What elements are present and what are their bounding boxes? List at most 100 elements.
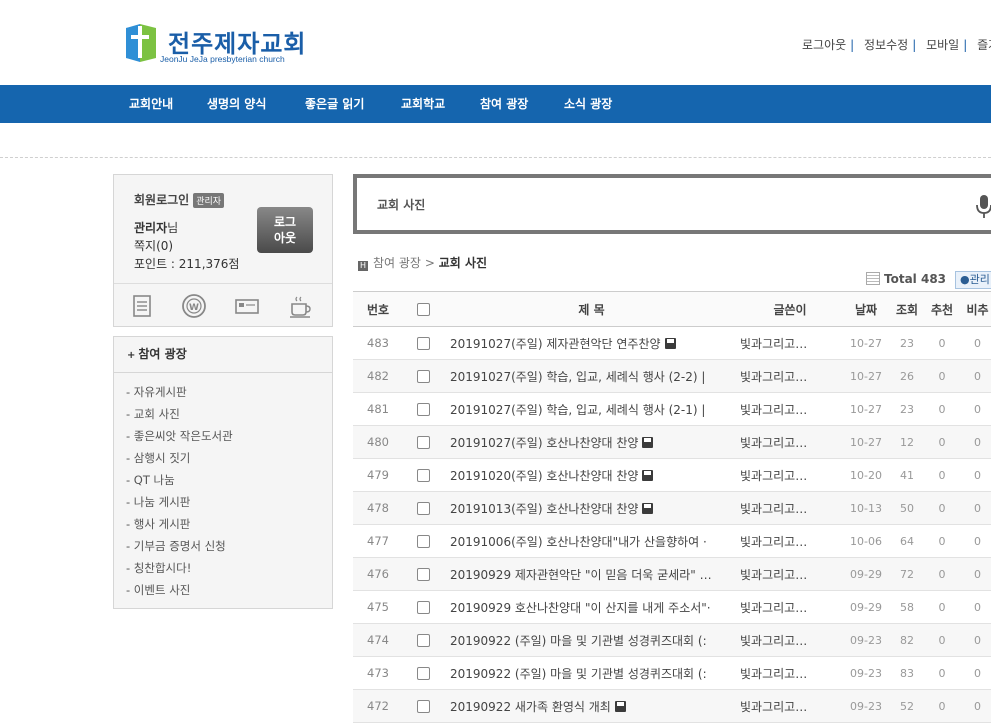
row-checkbox[interactable] [416,370,430,383]
side-item-event-photos[interactable]: - 이벤트 사진 [126,579,332,601]
select-all-checkbox[interactable] [416,303,430,316]
divider [0,157,991,158]
table-row[interactable]: 479 20191020(주일) 호산나찬양대 찬양 빛과그리고… 10-20 41 0 0 [353,458,991,492]
post-author[interactable]: 빛과그리고… [740,656,840,690]
nav-church-school[interactable]: 교회학교 [401,95,445,112]
post-author[interactable]: 빛과그리고… [740,392,840,426]
microphone-icon[interactable] [975,193,991,219]
table-row[interactable]: 475 20190929 호산나찬양대 "이 산지를 내게 주소서"· 빛과그리고…… [353,590,991,624]
row-checkbox[interactable] [416,667,430,680]
post-title[interactable]: 20190922 (주일) 마을 및 기관별 성경퀴즈대회 (: [450,667,707,681]
post-views: 64 [892,524,922,558]
post-title[interactable]: 20191027(주일) 학습, 입교, 세례식 행사 (2-2) | [450,370,705,384]
table-header-row: 번호 제 목 글쓴이 날짜 조회 추천 비추 [353,291,991,327]
row-checkbox[interactable] [416,568,430,581]
row-checkbox[interactable] [416,535,430,548]
edit-profile-link[interactable]: 정보수정 [864,38,908,52]
post-title[interactable]: 20190922 (주일) 마을 및 기관별 성경퀴즈대회 (: [450,634,707,648]
side-item-church-photos[interactable]: - 교회 사진 [126,403,332,425]
row-checkbox[interactable] [416,601,430,614]
post-title[interactable]: 20190929 호산나찬양대 "이 산지를 내게 주소서"· [450,601,711,615]
nav-life-bread[interactable]: 생명의 양식 [207,95,266,112]
side-item-donation[interactable]: - 기부금 증명서 신청 [126,535,332,557]
row-select [403,590,443,624]
post-title[interactable]: 20190929 제자관현악단 "이 믿음 더욱 굳세라" … [450,568,712,582]
row-checkbox[interactable] [416,469,430,482]
row-checkbox[interactable] [416,436,430,449]
svg-text:W: W [189,303,199,313]
table-row[interactable]: 483 20191027(주일) 제자관현악단 연주찬양 빛과그리고… 10-27 23… [353,326,991,360]
post-author[interactable]: 빛과그리고… [740,491,840,525]
table-row[interactable]: 477 20191006(주일) 호산나찬양대"내가 산을향하여 · 빛과그리고… 1… [353,524,991,558]
table-row[interactable]: 478 20191013(주일) 호산나찬양대 찬양 빛과그리고… 10-13 50 0 0 [353,491,991,525]
mobile-link[interactable]: 모바일 [926,38,959,52]
total-count: Total 483 [866,272,946,286]
post-title[interactable]: 20191027(주일) 학습, 입교, 세례식 행사 (2-1) | [450,403,705,417]
row-checkbox[interactable] [416,337,430,350]
nav-participation[interactable]: 참여 광장 [480,95,528,112]
table-row[interactable]: 476 20190929 제자관현악단 "이 믿음 더욱 굳세라" … 빛과그리고…… [353,557,991,591]
post-title[interactable]: 20191013(주일) 호산나찬양대 찬양 [450,502,638,516]
logout-button[interactable]: 로그 아웃 [257,207,313,253]
header-dislike[interactable]: 비추 [962,291,991,327]
post-title[interactable]: 20190922 새가족 환영식 개최 [450,700,611,714]
row-checkbox[interactable] [416,403,430,416]
coin-icon[interactable]: W [181,293,207,319]
side-menu-title-text: 참여 광장 [138,347,187,361]
table-row[interactable]: 481 20191027(주일) 학습, 입교, 세례식 행사 (2-1) | 빛과… [353,392,991,426]
card-icon[interactable] [234,293,260,319]
post-title[interactable]: 20191006(주일) 호산나찬양대"내가 산을향하여 · [450,535,707,549]
side-item-sharing[interactable]: - 나눔 게시판 [126,491,332,513]
post-author[interactable]: 빛과그리고… [740,689,840,723]
post-title[interactable]: 20191027(주일) 호산나찬양대 찬양 [450,436,638,450]
row-checkbox[interactable] [416,502,430,515]
header-title[interactable]: 제 목 [443,291,740,327]
post-author[interactable]: 빛과그리고… [740,359,840,393]
side-item-library[interactable]: - 좋은씨앗 작은도서관 [126,425,332,447]
post-recommend: 0 [922,689,962,723]
post-title-cell: 20191020(주일) 호산나찬양대 찬양 [443,458,740,492]
table-row[interactable]: 472 20190922 새가족 환영식 개최 빛과그리고… 09-23 52 0 0 [353,689,991,723]
nav-good-writing[interactable]: 좋은글 읽기 [305,95,364,112]
post-recommend: 0 [922,458,962,492]
logout-link[interactable]: 로그아웃 [802,38,846,52]
messages-link[interactable]: 쪽지(0) [134,237,173,254]
nav-news[interactable]: 소식 광장 [564,95,612,112]
row-checkbox[interactable] [416,634,430,647]
table-row[interactable]: 480 20191027(주일) 호산나찬양대 찬양 빛과그리고… 10-27 12 0 0 [353,425,991,459]
post-dislike: 0 [962,623,991,657]
side-item-events[interactable]: - 행사 게시판 [126,513,332,535]
search-box[interactable]: 교회 사진 [353,174,991,234]
table-row[interactable]: 473 20190922 (주일) 마을 및 기관별 성경퀴즈대회 (: 빛과그리고… [353,656,991,690]
post-author[interactable]: 빛과그리고… [740,557,840,591]
post-title[interactable]: 20191027(주일) 제자관현악단 연주찬양 [450,337,661,351]
table-row[interactable]: 474 20190922 (주일) 마을 및 기관별 성경퀴즈대회 (: 빛과그리고… [353,623,991,657]
coffee-cup-icon[interactable] [287,293,313,319]
header-recommend[interactable]: 추천 [922,291,962,327]
church-logo[interactable]: 전주제자교회 JeonJu JeJa presbyterian church [126,22,326,66]
side-item-free-board[interactable]: - 자유게시판 [126,381,332,403]
post-date: 09-23 [840,689,892,723]
nav-church-info[interactable]: 교회안내 [129,95,173,112]
side-item-qt[interactable]: - QT 나눔 [126,469,332,491]
memo-icon[interactable] [129,293,155,319]
post-author[interactable]: 빛과그리고… [740,458,840,492]
row-checkbox[interactable] [416,700,430,713]
file-icon [642,502,654,514]
admin-button[interactable]: ●관리 [955,271,991,289]
favorites-link[interactable]: 즐겨찾 [977,38,991,52]
breadcrumb-parent[interactable]: 참여 광장 [373,256,421,270]
post-author[interactable]: 빛과그리고… [740,590,840,624]
side-item-poem[interactable]: - 삼행시 짓기 [126,447,332,469]
post-author[interactable]: 빛과그리고… [740,425,840,459]
post-dislike: 0 [962,425,991,459]
header-views[interactable]: 조회 [892,291,922,327]
side-item-praise[interactable]: - 칭찬합시다! [126,557,332,579]
post-author[interactable]: 빛과그리고… [740,623,840,657]
post-title[interactable]: 20191020(주일) 호산나찬양대 찬양 [450,469,638,483]
table-row[interactable]: 482 20191027(주일) 학습, 입교, 세례식 행사 (2-2) | 빛과… [353,359,991,393]
divider: | [912,38,917,52]
post-author[interactable]: 빛과그리고… [740,524,840,558]
header-date[interactable]: 날짜 [840,291,892,327]
post-author[interactable]: 빛과그리고… [740,326,840,360]
